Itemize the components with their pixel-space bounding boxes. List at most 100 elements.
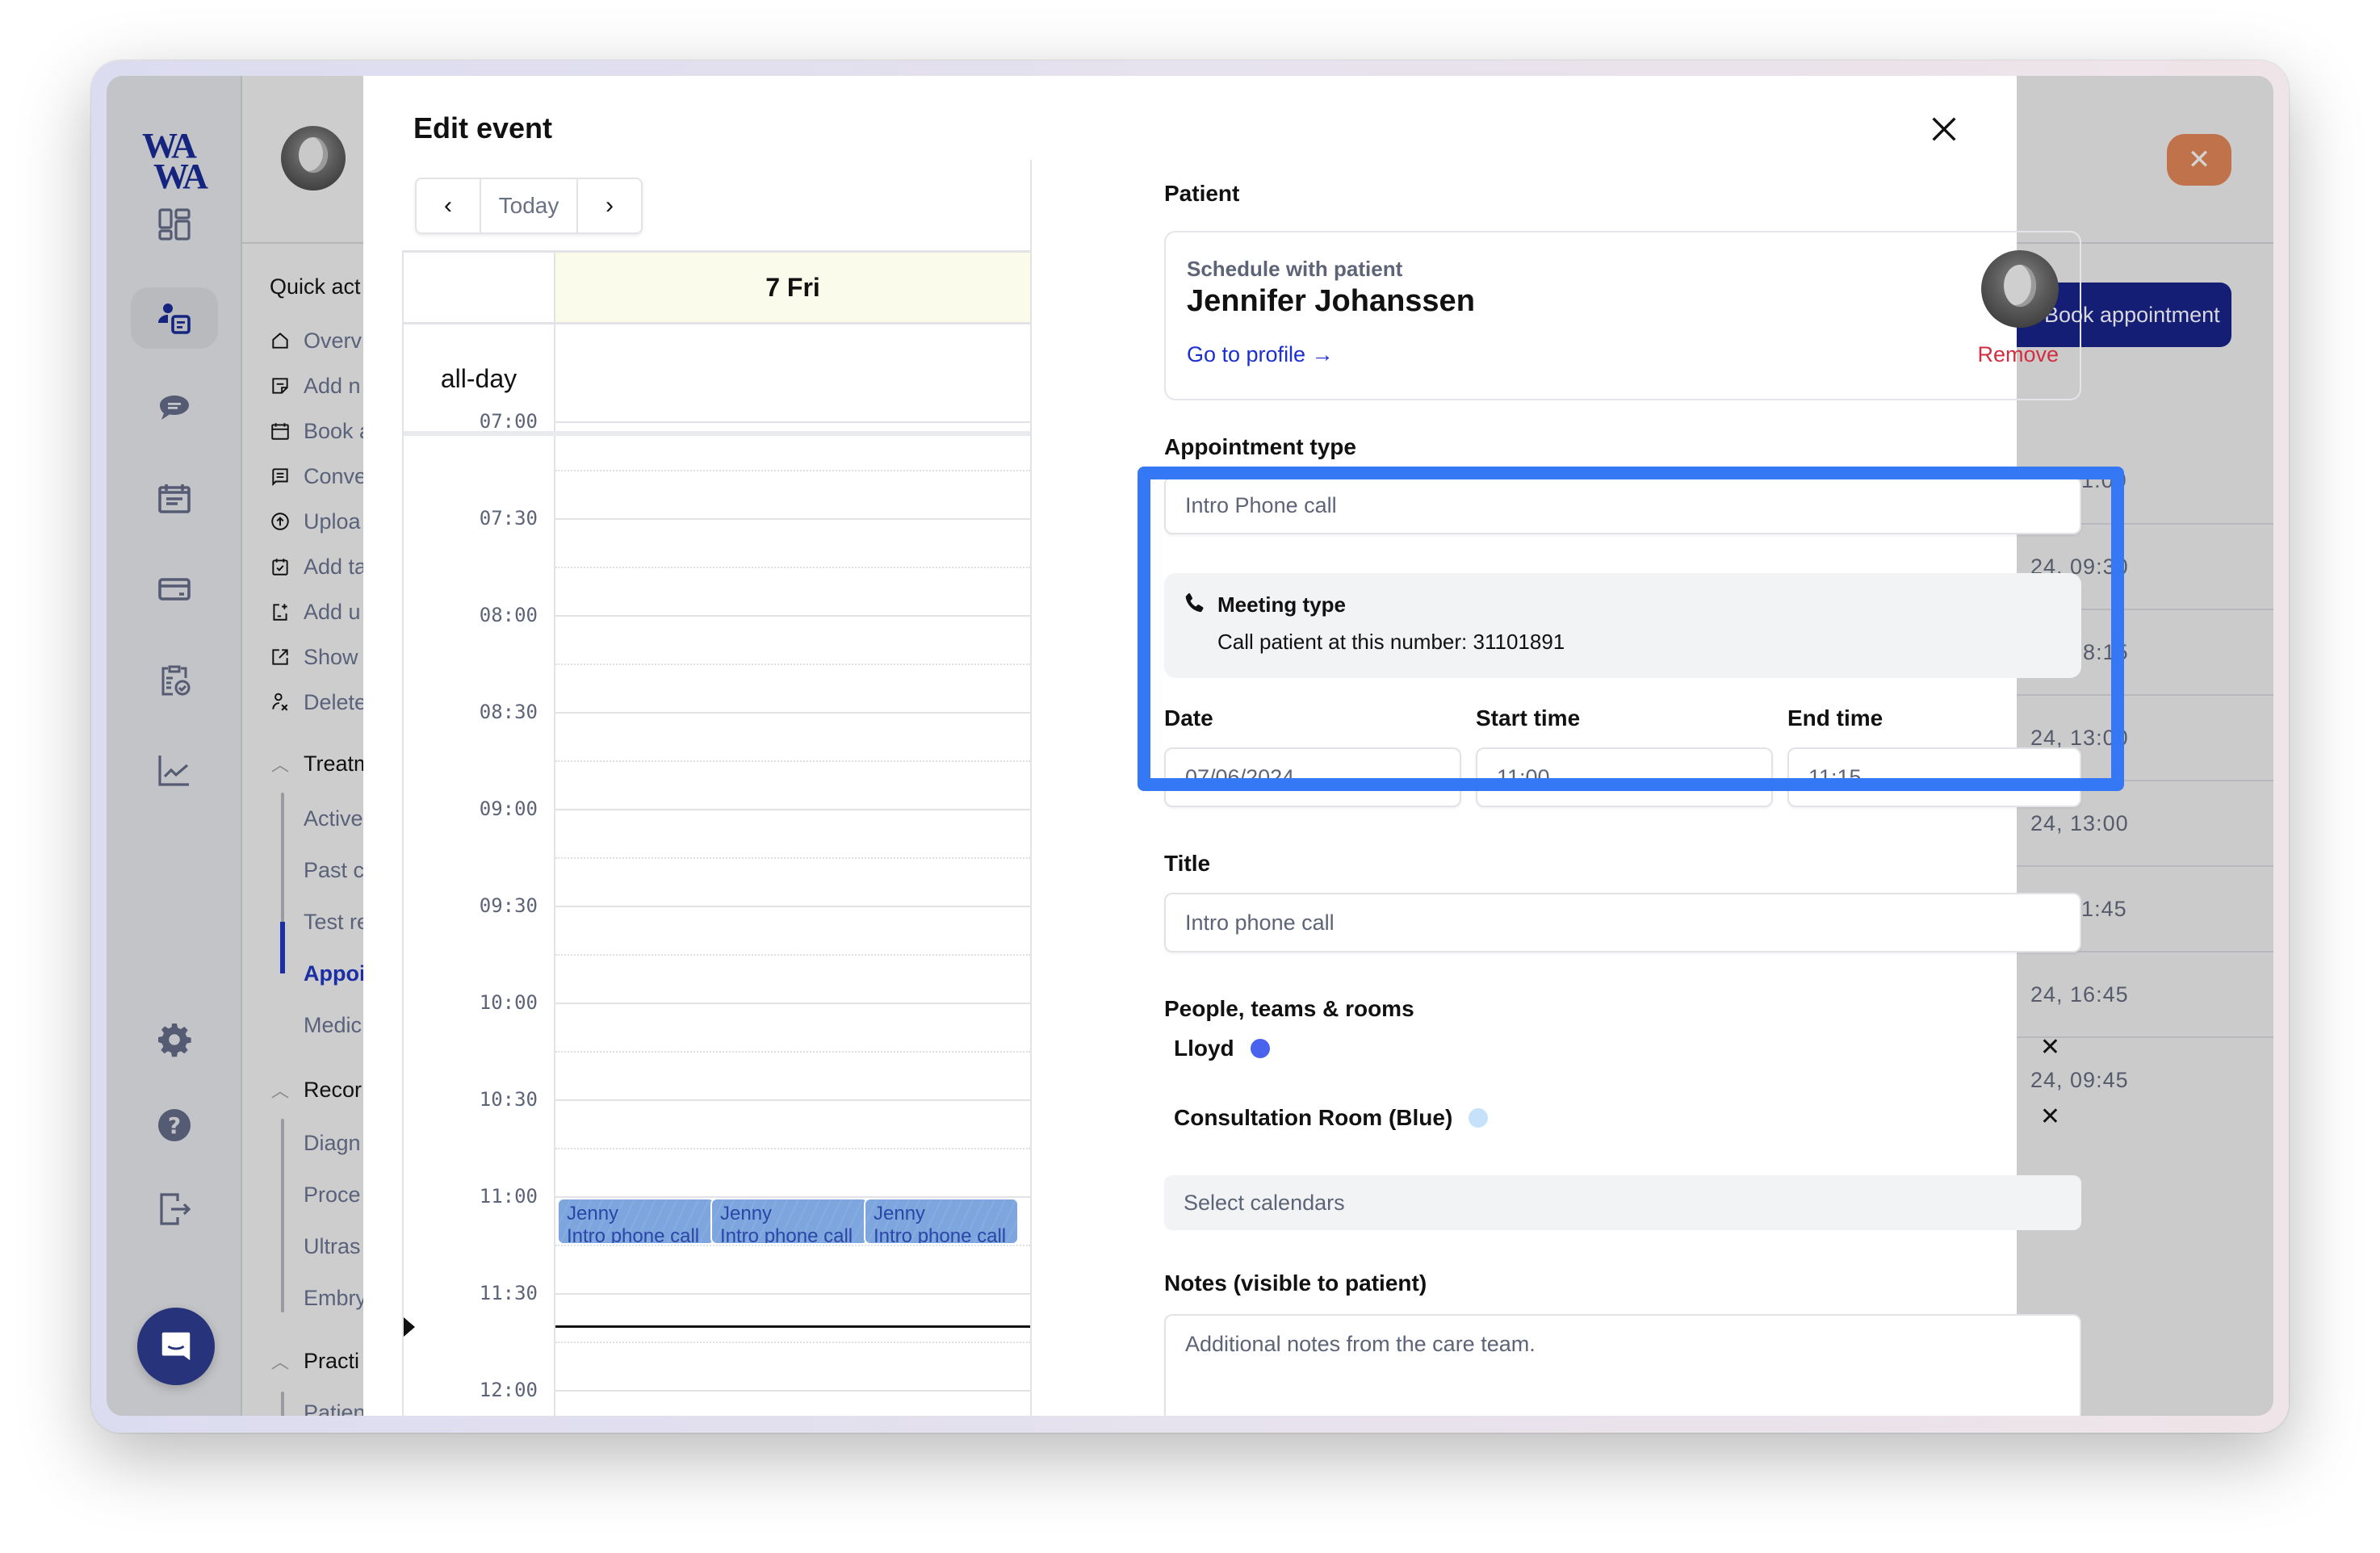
rail-billing[interactable]	[131, 559, 218, 620]
sidebar-item-procedures[interactable]: Proce	[304, 1169, 367, 1220]
time-label: 08:30	[479, 701, 538, 723]
quick-actions-title: Quick act	[270, 274, 361, 299]
time-label: 10:30	[479, 1088, 538, 1111]
rail-settings[interactable]	[131, 1009, 218, 1070]
rail-logout[interactable]	[131, 1178, 218, 1240]
rail-analytics[interactable]	[131, 739, 218, 801]
quarter-line	[555, 954, 1030, 956]
group-title: Recor	[304, 1077, 362, 1102]
title-label: Title	[1164, 851, 1211, 876]
time-label: 12:00	[479, 1379, 538, 1401]
remove-person-button[interactable]: ✕	[2040, 1103, 2060, 1131]
quick-action-add-note[interactable]: Add n	[270, 363, 371, 408]
chat-button[interactable]	[137, 1308, 215, 1385]
quick-action-show[interactable]: Show	[270, 634, 371, 680]
sidebar-item-appointments[interactable]: Appoi	[304, 948, 369, 999]
person-name: Lloyd	[1174, 1036, 1234, 1061]
sidebar-item-diagnoses[interactable]: Diagn	[304, 1117, 367, 1169]
background-close-button[interactable]: ✕	[2167, 134, 2231, 186]
quick-action-label: Add ta	[304, 554, 367, 579]
appointment-type-select[interactable]: Intro Phone call	[1164, 476, 2081, 534]
notes-textarea[interactable]: Additional notes from the care team.	[1164, 1314, 2081, 1416]
rail-messages[interactable]	[131, 378, 218, 439]
next-day-button[interactable]: ›	[578, 179, 641, 232]
app-window: WA WA ? Quick act Overv Add n Book a Con…	[107, 76, 2273, 1416]
quarter-line	[555, 470, 1030, 471]
close-icon[interactable]	[1928, 113, 1960, 145]
start-time-input[interactable]: 11:00	[1476, 747, 1773, 807]
calendar-event[interactable]: Jenny Intro phone call	[864, 1198, 1019, 1245]
rail-dashboard[interactable]	[131, 194, 218, 255]
date-input[interactable]: 07/06/2024	[1164, 747, 1461, 807]
person-lloyd: Lloyd	[1174, 1028, 1270, 1069]
time-label: 07:00	[479, 410, 538, 433]
quarter-line	[555, 1245, 1030, 1246]
calendar-event[interactable]: Jenny Intro phone call	[710, 1198, 869, 1245]
quick-action-label: Add u	[304, 599, 361, 624]
sidebar-item-embryology[interactable]: Embry	[304, 1272, 367, 1324]
quarter-line	[555, 760, 1030, 762]
color-dot	[1469, 1108, 1489, 1128]
group-records[interactable]: ︿ Recor	[271, 1077, 362, 1103]
select-calendars-input[interactable]: Select calendars	[1164, 1175, 2081, 1230]
quick-action-upload[interactable]: Uploa	[270, 499, 371, 544]
icon-rail: WA WA ?	[107, 76, 242, 1416]
upload-icon	[271, 513, 289, 530]
quick-actions-list: Overv Add n Book a Conve Uploa Add ta Ad…	[270, 318, 371, 725]
start-time-label: Start time	[1476, 705, 1581, 730]
patient-card: Schedule with patient Jennifer Johanssen…	[1164, 231, 2081, 400]
quick-action-overview[interactable]: Overv	[270, 318, 371, 363]
rail-patients[interactable]	[131, 287, 218, 349]
quick-action-add-task[interactable]: Add ta	[270, 544, 371, 589]
group-items-records: Diagn Proce Ultras Embry	[304, 1117, 367, 1324]
hour-line	[555, 1099, 1030, 1101]
prev-day-button[interactable]: ‹	[417, 179, 480, 232]
end-time-label: End time	[1787, 705, 1883, 730]
patient-avatar	[1981, 250, 2059, 328]
group-treatment[interactable]: ︿ Treatm	[271, 751, 372, 776]
hour-line	[555, 1293, 1030, 1295]
sidebar-item-past[interactable]: Past c	[304, 844, 369, 896]
remove-patient-button[interactable]: Remove	[1977, 342, 2059, 367]
sidebar-item-test-results[interactable]: Test re	[304, 896, 369, 948]
quarter-line	[555, 1148, 1030, 1149]
active-indicator	[280, 922, 285, 973]
rail-tasks[interactable]	[131, 649, 218, 710]
notes-label: Notes (visible to patient)	[1164, 1270, 1427, 1296]
hour-line	[555, 518, 1030, 520]
event-title: Intro phone call	[567, 1225, 700, 1245]
chevron-up-icon: ︿	[271, 755, 290, 775]
person-name: Consultation Room (Blue)	[1174, 1105, 1453, 1130]
add-user-icon	[273, 604, 287, 621]
event-title: Intro phone call	[874, 1225, 1007, 1245]
group-practice[interactable]: ︿ Practi	[271, 1348, 359, 1374]
quick-action-book[interactable]: Book a	[270, 408, 371, 454]
quick-action-delete[interactable]: Delete	[270, 680, 371, 725]
calendar-event[interactable]: Jenny Intro phone call	[557, 1198, 715, 1245]
sidebar-item-active[interactable]: Active	[304, 793, 369, 844]
quick-action-add-user[interactable]: Add u	[270, 589, 371, 634]
quick-action-label: Conve	[304, 463, 367, 488]
rail-help[interactable]: ?	[131, 1095, 218, 1156]
home-icon	[272, 333, 288, 349]
current-time-line	[555, 1325, 1030, 1328]
sidebar-item-ultrasounds[interactable]: Ultras	[304, 1220, 367, 1272]
dashboard-icon	[158, 208, 191, 241]
end-time-input[interactable]: 11:15	[1787, 747, 2081, 807]
appointment-row[interactable]: 24, 16:45	[2016, 951, 2273, 1036]
remove-person-button[interactable]: ✕	[2040, 1033, 2060, 1061]
rail-calendar[interactable]	[131, 468, 218, 530]
go-to-profile-link[interactable]: Go to profile →	[1187, 342, 1334, 367]
today-button[interactable]: Today	[480, 179, 578, 232]
analytics-icon	[158, 756, 189, 786]
hour-line	[555, 615, 1030, 617]
logo-line-2: WA	[153, 157, 208, 196]
patient-avatar[interactable]	[281, 126, 346, 190]
quick-action-conversation[interactable]: Conve	[270, 454, 371, 499]
sidebar-item-medications[interactable]: Medic	[304, 999, 369, 1051]
meeting-type-box: Meeting type Call patient at this number…	[1164, 573, 2081, 678]
hour-line	[555, 421, 1030, 423]
group-line	[281, 1392, 284, 1416]
sidebar-item-patients[interactable]: Patien	[304, 1387, 366, 1417]
title-input[interactable]: Intro phone call	[1164, 893, 2081, 952]
